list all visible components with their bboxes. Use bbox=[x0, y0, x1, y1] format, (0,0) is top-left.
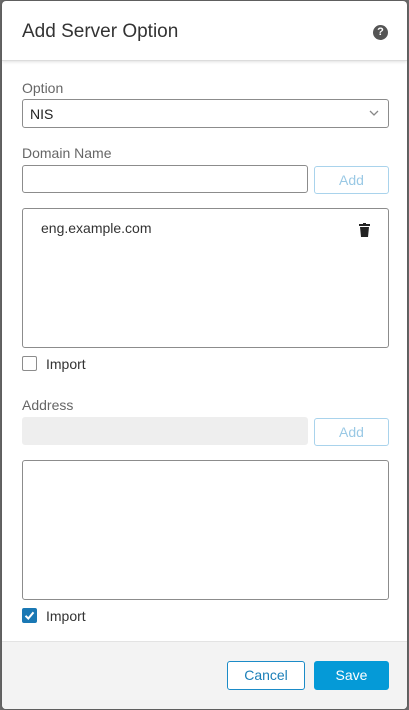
address-import-label: Import bbox=[46, 608, 86, 624]
address-import-checkbox[interactable] bbox=[22, 608, 37, 623]
save-button[interactable]: Save bbox=[314, 661, 389, 690]
address-add-button[interactable]: Add bbox=[314, 418, 389, 446]
help-icon[interactable]: ? bbox=[373, 25, 388, 40]
dialog-title: Add Server Option bbox=[22, 21, 179, 42]
domain-import-label: Import bbox=[46, 356, 86, 372]
cancel-button[interactable]: Cancel bbox=[227, 661, 305, 690]
domain-add-button[interactable]: Add bbox=[314, 166, 389, 194]
option-select[interactable]: NIS bbox=[22, 99, 389, 128]
domain-name-label: Domain Name bbox=[22, 145, 112, 161]
address-list bbox=[22, 460, 389, 600]
chevron-down-icon bbox=[369, 110, 379, 116]
option-select-value: NIS bbox=[30, 106, 54, 122]
domain-name-input[interactable] bbox=[22, 165, 308, 193]
checkmark-icon bbox=[24, 611, 35, 620]
trash-icon[interactable] bbox=[359, 223, 370, 237]
domain-list: eng.example.com bbox=[22, 208, 389, 348]
add-server-option-dialog: Add Server Option ? Option NIS Domain Na… bbox=[2, 1, 407, 709]
domain-import-checkbox[interactable] bbox=[22, 356, 37, 371]
domain-list-item-text: eng.example.com bbox=[41, 220, 152, 236]
option-label: Option bbox=[22, 80, 64, 96]
address-label: Address bbox=[22, 397, 74, 413]
dialog-footer: Cancel Save bbox=[2, 641, 407, 709]
dialog-header: Add Server Option ? bbox=[2, 1, 407, 61]
address-input[interactable] bbox=[22, 417, 308, 445]
